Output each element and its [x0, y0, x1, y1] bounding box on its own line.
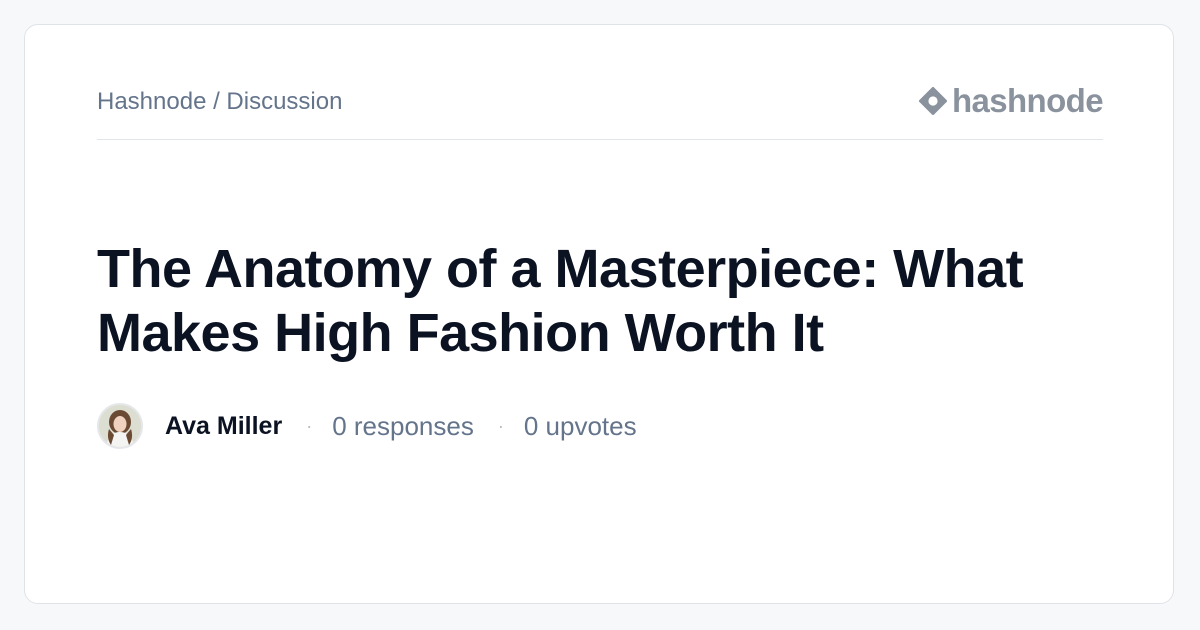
breadcrumb[interactable]: Hashnode / Discussion [97, 85, 342, 119]
post-title[interactable]: The Anatomy of a Masterpiece: What Makes… [97, 237, 1097, 365]
og-card: Hashnode / Discussion hashnode The Anato… [24, 24, 1174, 604]
hashnode-logo-icon [918, 87, 947, 115]
author-name[interactable]: Ava Miller [165, 412, 282, 441]
author-avatar[interactable] [97, 403, 143, 449]
upvotes-count[interactable]: 0 upvotes [524, 411, 637, 442]
meta-separator: · [306, 415, 313, 436]
meta-separator: · [497, 415, 504, 436]
brand-logo[interactable]: hashnode [918, 82, 1104, 119]
avatar-image [99, 405, 141, 447]
brand-name: hashnode [951, 82, 1104, 119]
post-meta: Ava Miller · 0 responses · 0 upvotes [97, 402, 637, 450]
card-header: Hashnode / Discussion hashnode [97, 82, 1104, 140]
responses-count[interactable]: 0 responses [332, 411, 474, 442]
